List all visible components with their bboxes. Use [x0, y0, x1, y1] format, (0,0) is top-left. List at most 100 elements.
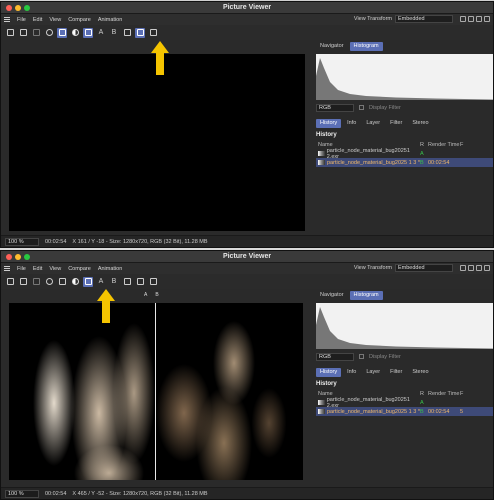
- view-transform-label: View Transform: [353, 16, 392, 22]
- menu-bar: File Edit View Compare Animation View Tr…: [1, 14, 493, 25]
- zoom-select[interactable]: 100 %: [5, 237, 39, 246]
- view-transform-select[interactable]: Embedded: [395, 264, 453, 272]
- display-filter-checkbox[interactable]: [359, 354, 364, 359]
- region-icon[interactable]: [57, 277, 67, 287]
- history-row-name: particle_node_material_bug2025 1 3 *: [327, 408, 420, 415]
- split-view-icon[interactable]: [135, 27, 145, 38]
- panel-tabs: Navigator Histogram: [316, 291, 493, 300]
- tab-filter[interactable]: Filter: [386, 368, 406, 377]
- right-panel: Navigator Histogram RGB Display Filter H…: [316, 291, 493, 416]
- tab-histogram[interactable]: Histogram: [349, 42, 383, 51]
- image-icon[interactable]: [122, 28, 132, 38]
- view-transform-label: View Transform: [353, 265, 392, 271]
- thumbnail-icon: [318, 409, 325, 414]
- display-filter-checkbox[interactable]: [359, 105, 364, 110]
- tab-histogram[interactable]: Histogram: [349, 291, 383, 300]
- panel-icon[interactable]: [468, 16, 474, 22]
- column-f: F: [460, 142, 464, 148]
- panel-icon[interactable]: [468, 265, 474, 271]
- status-bar: 100 % 00:02:54 X 161 / Y -18 - Size: 128…: [1, 235, 493, 247]
- top-right-icons: [460, 16, 490, 22]
- stop-icon[interactable]: [31, 277, 41, 287]
- tab-info[interactable]: Info: [343, 119, 360, 128]
- settings-icon[interactable]: [484, 16, 490, 22]
- b-button[interactable]: B: [109, 28, 119, 38]
- menu-edit[interactable]: Edit: [33, 266, 42, 272]
- menu-view[interactable]: View: [49, 266, 61, 272]
- region-icon[interactable]: [57, 27, 67, 38]
- channel-select[interactable]: RGB: [316, 103, 354, 112]
- split-view-icon[interactable]: [135, 277, 145, 287]
- a-button[interactable]: A: [96, 277, 106, 287]
- swap-icon[interactable]: [148, 277, 158, 287]
- open-folder-icon[interactable]: [5, 28, 15, 38]
- ab-compare-icon[interactable]: [83, 27, 93, 38]
- contrast-icon[interactable]: [70, 277, 80, 287]
- history-row-r: B: [420, 159, 424, 166]
- zoom-select[interactable]: 100 %: [5, 489, 39, 498]
- ab-split-handle[interactable]: [155, 303, 156, 480]
- tab-stereo[interactable]: Stereo: [408, 119, 432, 128]
- tab-navigator[interactable]: Navigator: [316, 42, 348, 51]
- history-row-selected[interactable]: particle_node_material_bug2025 1 3 * B 0…: [316, 158, 493, 167]
- menu-edit[interactable]: Edit: [33, 17, 42, 23]
- column-r: R: [420, 142, 424, 148]
- histogram-graph: [316, 54, 493, 100]
- layout-icon[interactable]: [460, 265, 466, 271]
- menu-file[interactable]: File: [17, 17, 26, 23]
- channel-row: RGB Display Filter: [316, 351, 493, 362]
- menu-view[interactable]: View: [49, 17, 61, 23]
- tab-navigator[interactable]: Navigator: [316, 291, 348, 300]
- ab-compare-icon[interactable]: [83, 276, 93, 287]
- a-button[interactable]: A: [96, 28, 106, 38]
- menu-file[interactable]: File: [17, 266, 26, 272]
- open-folder-icon[interactable]: [5, 277, 15, 287]
- menu-animation[interactable]: Animation: [98, 17, 122, 23]
- highlight-arrow-icon: [97, 289, 115, 323]
- hamburger-menu-icon[interactable]: [4, 17, 10, 22]
- target-icon[interactable]: [44, 277, 54, 287]
- expand-icon[interactable]: [476, 265, 482, 271]
- history-row[interactable]: particle_node_material_bug20251 2.exr A: [316, 397, 493, 409]
- highlight-arrow-icon: [151, 41, 169, 75]
- image-viewport[interactable]: [9, 54, 305, 231]
- tab-info[interactable]: Info: [343, 368, 360, 377]
- image-viewport[interactable]: [9, 303, 303, 480]
- tab-stereo[interactable]: Stereo: [408, 368, 432, 377]
- contrast-icon[interactable]: [70, 28, 80, 38]
- tab-layer[interactable]: Layer: [362, 119, 384, 128]
- hamburger-menu-icon[interactable]: [4, 266, 10, 271]
- history-row[interactable]: particle_node_material_bug20251 2.exr A: [316, 148, 493, 160]
- layout-icon[interactable]: [460, 16, 466, 22]
- history-tabs: History Info Layer Filter Stereo: [316, 368, 493, 377]
- menu-compare[interactable]: Compare: [68, 17, 91, 23]
- tab-history[interactable]: History: [316, 119, 342, 128]
- view-transform: View Transform Embedded: [354, 264, 453, 272]
- channel-row: RGB Display Filter: [316, 102, 493, 113]
- history-row-r: A: [420, 399, 424, 406]
- history-tabs: History Info Layer Filter Stereo: [316, 119, 493, 128]
- channel-select[interactable]: RGB: [316, 352, 354, 361]
- history-row-selected[interactable]: particle_node_material_bug2025 1 3 * B 0…: [316, 407, 493, 416]
- stop-icon[interactable]: [31, 28, 41, 38]
- settings-icon[interactable]: [484, 265, 490, 271]
- swap-icon[interactable]: [148, 28, 158, 38]
- history-row-r: A: [420, 150, 424, 157]
- status-bar: 100 % 00:02:54 X 465 / Y -52 - Size: 128…: [1, 487, 493, 499]
- tab-layer[interactable]: Layer: [362, 368, 384, 377]
- view-transform-select[interactable]: Embedded: [395, 15, 453, 23]
- picture-viewer-window-1: Picture Viewer File Edit View Compare An…: [0, 1, 494, 248]
- target-icon[interactable]: [44, 28, 54, 38]
- save-icon[interactable]: [18, 28, 28, 38]
- tab-history[interactable]: History: [316, 368, 342, 377]
- menu-animation[interactable]: Animation: [98, 266, 122, 272]
- image-icon[interactable]: [122, 277, 132, 287]
- b-button[interactable]: B: [109, 277, 119, 287]
- expand-icon[interactable]: [476, 16, 482, 22]
- tab-filter[interactable]: Filter: [386, 119, 406, 128]
- window-title: Picture Viewer: [222, 4, 272, 11]
- menu-bar: File Edit View Compare Animation View Tr…: [1, 263, 493, 274]
- toolbar: A B: [1, 25, 493, 40]
- menu-compare[interactable]: Compare: [68, 266, 91, 272]
- save-icon[interactable]: [18, 277, 28, 287]
